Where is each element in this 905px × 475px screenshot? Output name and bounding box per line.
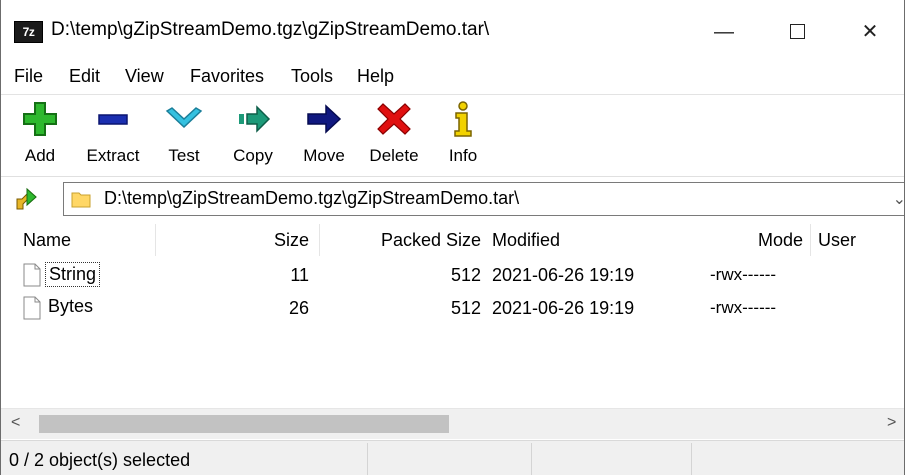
test-label: Test xyxy=(168,146,200,165)
add-label: Add xyxy=(24,146,56,165)
menu-bar: File Edit View Favorites Tools Help xyxy=(1,62,904,92)
delete-x-icon xyxy=(377,103,411,135)
file-list: String 11 512 2021-06-26 19:19 -rwx-----… xyxy=(1,258,904,406)
test-check-icon xyxy=(165,107,203,129)
scroll-right-icon[interactable]: > xyxy=(887,414,896,432)
column-header-packed-size[interactable]: Packed Size xyxy=(341,230,481,251)
file-icon xyxy=(23,263,41,287)
selection-status: 0 / 2 object(s) selected xyxy=(9,450,191,470)
column-divider[interactable] xyxy=(155,224,156,256)
address-bar: D:\temp\gZipStreamDemo.tgz\gZipStreamDem… xyxy=(1,176,904,221)
menu-view[interactable]: View xyxy=(125,66,164,87)
address-input[interactable]: D:\temp\gZipStreamDemo.tgz\gZipStreamDem… xyxy=(63,182,904,216)
column-header-name[interactable]: Name xyxy=(23,230,71,251)
copy-label: Copy xyxy=(233,146,273,165)
maximize-button[interactable] xyxy=(774,12,820,52)
toolbar: Add Extract Test Copy Move Delete Info xyxy=(1,94,904,175)
file-row-string[interactable]: String 11 512 2021-06-26 19:19 -rwx-----… xyxy=(1,260,904,294)
add-plus-icon xyxy=(23,102,57,136)
status-bar: 0 / 2 object(s) selected xyxy=(1,440,904,475)
column-header-modified[interactable]: Modified xyxy=(492,230,560,251)
copy-arrow-icon xyxy=(239,105,271,133)
menu-tools[interactable]: Tools xyxy=(291,66,333,87)
file-size: 26 xyxy=(288,298,309,318)
info-button[interactable]: Info xyxy=(441,99,485,166)
scroll-left-icon[interactable]: < xyxy=(11,414,20,432)
menu-edit[interactable]: Edit xyxy=(69,66,100,87)
close-button[interactable]: ✕ xyxy=(847,12,893,52)
column-header-size[interactable]: Size xyxy=(231,230,309,251)
delete-button[interactable]: Delete xyxy=(365,99,423,166)
column-header-mode[interactable]: Mode xyxy=(701,230,803,251)
file-packed-size: 512 xyxy=(450,298,481,318)
window-title: D:\temp\gZipStreamDemo.tgz\gZipStreamDem… xyxy=(51,19,490,40)
move-arrow-icon xyxy=(307,104,342,134)
menu-help[interactable]: Help xyxy=(357,66,394,87)
status-divider xyxy=(691,443,692,475)
file-name[interactable]: Bytes xyxy=(45,295,96,318)
file-icon xyxy=(23,296,41,320)
column-divider[interactable] xyxy=(319,224,320,256)
up-folder-icon[interactable] xyxy=(14,186,40,212)
column-divider[interactable] xyxy=(810,224,811,256)
delete-label: Delete xyxy=(369,146,419,165)
info-icon xyxy=(454,101,472,137)
file-modified: 2021-06-26 19:19 xyxy=(492,265,635,285)
file-mode: -rwx------ xyxy=(710,265,777,284)
menu-file[interactable]: File xyxy=(14,66,43,87)
extract-button[interactable]: Extract xyxy=(77,99,149,166)
scroll-thumb[interactable] xyxy=(39,415,449,433)
column-header-user[interactable]: User xyxy=(818,230,856,251)
maximize-icon xyxy=(789,23,805,39)
extract-label: Extract xyxy=(86,146,140,165)
add-button[interactable]: Add xyxy=(17,99,63,166)
move-label: Move xyxy=(303,146,345,165)
app-window: 7z D:\temp\gZipStreamDemo.tgz\gZipStream… xyxy=(0,0,905,475)
address-path: D:\temp\gZipStreamDemo.tgz\gZipStreamDem… xyxy=(104,188,520,208)
file-size: 11 xyxy=(290,265,309,285)
file-packed-size: 512 xyxy=(450,265,481,285)
title-bar[interactable]: 7z D:\temp\gZipStreamDemo.tgz\gZipStream… xyxy=(1,0,904,62)
folder-icon xyxy=(71,192,91,208)
info-label: Info xyxy=(448,146,478,165)
file-modified: 2021-06-26 19:19 xyxy=(492,298,635,318)
status-divider xyxy=(531,443,532,475)
status-divider xyxy=(367,443,368,475)
extract-minus-icon xyxy=(98,114,128,125)
test-button[interactable]: Test xyxy=(161,99,207,166)
list-header: Name Size Packed Size Modified Mode User xyxy=(1,222,904,258)
app-logo-icon: 7z xyxy=(14,21,43,43)
menu-favorites[interactable]: Favorites xyxy=(190,66,264,87)
file-name[interactable]: String xyxy=(45,262,101,287)
horizontal-scrollbar[interactable]: < > xyxy=(1,408,904,439)
move-button[interactable]: Move xyxy=(297,99,351,166)
file-mode: -rwx------ xyxy=(710,298,777,317)
chevron-down-icon[interactable]: ⌄ xyxy=(893,189,904,209)
minimize-button[interactable]: — xyxy=(701,12,747,52)
copy-button[interactable]: Copy xyxy=(227,99,279,166)
file-row-bytes[interactable]: Bytes 26 512 2021-06-26 19:19 -rwx------ xyxy=(1,293,904,327)
